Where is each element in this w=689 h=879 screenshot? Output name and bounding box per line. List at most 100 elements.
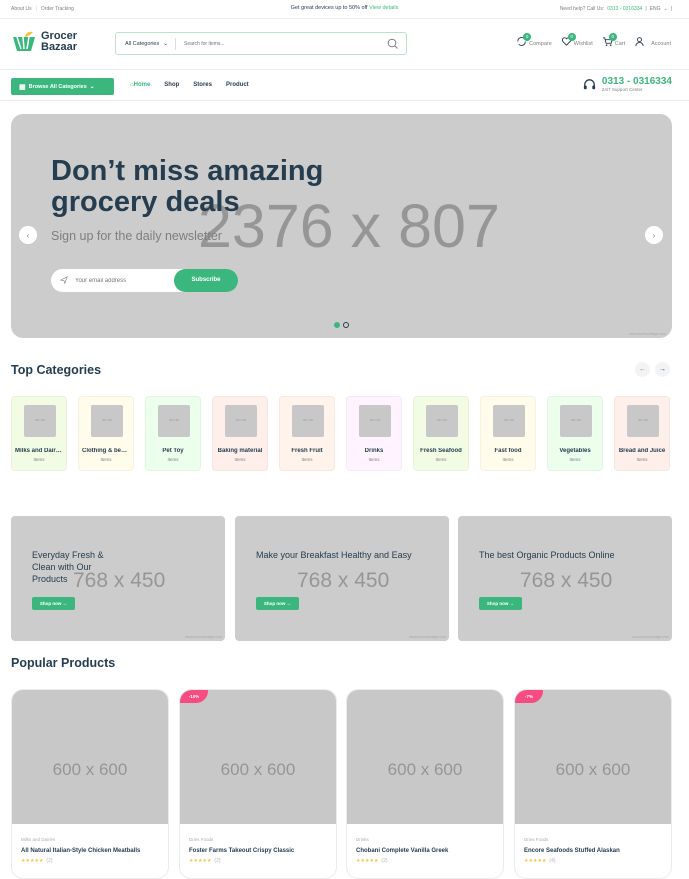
hero-title: Don’t miss amazing grocery deals [51,155,324,218]
product-category[interactable]: Drinks [356,837,369,842]
support-center: 0313 - 0316334 24/7 Support Center [582,77,672,92]
hero-prev-button[interactable]: ‹ [19,226,37,244]
shop-now-button[interactable]: Shop now → [32,597,75,610]
top-categories-title: Top Categories [11,363,102,377]
menu-item-home[interactable]: ⌂Home [130,82,150,88]
product-card[interactable]: 600 x 600 -7% Dries Foods Encore Seafood… [514,689,672,879]
arrow-right-icon: → [659,366,666,373]
cart-count: 0 [608,33,617,41]
chevron-down-icon: ⌄ [163,40,168,47]
product-name[interactable]: Encore Seafoods Stuffed Alaskan [524,848,620,854]
arrow-right-icon: → [509,601,515,606]
browse-categories-button[interactable]: ▦ Browse All Categories ⌄ [11,78,114,95]
category-image: 60 x 60 [24,405,56,437]
wishlist-button[interactable]: 0 Wishlist [561,33,593,47]
categories-prev-button[interactable]: ← [635,362,650,377]
search-input[interactable] [184,40,386,47]
language-selector[interactable]: ENG [650,6,661,12]
category-image: 60 x 60 [292,405,324,437]
product-category[interactable]: Milks and Dairies [21,837,55,842]
chevron-down-icon: ⌄ [663,6,668,12]
arrow-left-icon: ← [639,366,646,373]
menu-item-stores[interactable]: Stores [193,82,212,88]
banner-title: Make your Breakfast Healthy and Easy [256,550,412,560]
basket-logo-icon [13,31,35,51]
product-rating: ★★★★★ (2) [21,858,53,864]
category-image: 60 x 60 [493,405,525,437]
hero-watermark: www.dummyimage.com [629,332,666,336]
product-image[interactable]: 600 x 600 [12,690,168,824]
category-card-clothing[interactable]: 60 x 60 Clothing & beauty Items [78,396,134,471]
wishlist-count: 0 [567,33,576,41]
star-rating-icon: ★★★★★ [21,858,44,864]
category-image: 60 x 60 [627,405,659,437]
hero-dot-active[interactable] [334,322,340,328]
product-image[interactable]: 600 x 600 [180,690,336,824]
category-card-drinks[interactable]: 60 x 60 Drinks Items [346,396,402,471]
product-name[interactable]: Chobani Complete Vanilla Greek [356,848,448,854]
help-line: Need help? Call Us: 0313 - 0316334 | ENG… [559,6,672,12]
menu-item-product[interactable]: Product [226,82,249,88]
hero-pagination [334,322,349,328]
promo-banner-organic[interactable]: 768 x 450 The best Organic Products Onli… [458,516,672,641]
popular-products-title: Popular Products [11,656,116,670]
header-actions: 0 Compare 0 Wishlist 0 Cart Account [516,33,671,47]
shop-now-button[interactable]: Shop now → [256,597,299,610]
product-category[interactable]: Dries Foods [524,837,548,842]
view-details-link[interactable]: View details [369,5,398,11]
category-card-fresh-fruit[interactable]: 60 x 60 Fresh Fruit Items [279,396,335,471]
hero-next-button[interactable]: › [645,226,663,244]
compare-count: 0 [523,33,532,41]
category-image: 60 x 60 [91,405,123,437]
hero-subtitle: Sign up for the daily newsletter [51,229,222,243]
banner-title: The best Organic Products Online [479,550,615,560]
subscribe-button[interactable]: Subscribe [174,269,238,292]
category-card-milks[interactable]: 60 x 60 Milks and Dairies Items [11,396,67,471]
shop-now-button[interactable]: Shop now → [479,597,522,610]
product-card[interactable]: 600 x 600 Milks and Dairies All Natural … [11,689,169,879]
category-list: 60 x 60 Milks and Dairies Items 60 x 60 Clo… [11,396,670,471]
categories-next-button[interactable]: → [655,362,670,377]
product-name[interactable]: Foster Farms Takeout Crispy Classic [189,848,294,854]
search-bar: All Categories ⌄ [115,32,407,55]
product-rating: ★★★★★ (2) [189,858,221,864]
product-card[interactable]: 600 x 600 -10% Dries Foods Foster Farms … [179,689,337,879]
search-icon[interactable] [386,37,400,51]
category-image: 60 x 60 [225,405,257,437]
compare-button[interactable]: 0 Compare [516,33,552,47]
category-card-seafood[interactable]: 60 x 60 Fresh Seafood Items [413,396,469,471]
logo-text-line2: Bazaar [41,41,78,53]
star-rating-icon: ★★★★★ [189,858,212,864]
user-icon [635,37,644,47]
newsletter-email-input[interactable] [75,277,170,284]
product-image[interactable]: 600 x 600 [515,690,671,824]
arrow-left-icon: ‹ [26,230,30,240]
search-category-select[interactable]: All Categories ⌄ [116,37,176,50]
product-category[interactable]: Dries Foods [189,837,213,842]
promo-banner-fresh[interactable]: 768 x 450 Everyday Fresh & Clean with Ou… [11,516,225,641]
product-image[interactable]: 600 x 600 [347,690,503,824]
category-card-fast-food[interactable]: 60 x 60 Fast food Items [480,396,536,471]
promo-banner-breakfast[interactable]: 768 x 450 Make your Breakfast Healthy an… [235,516,449,641]
arrow-right-icon: → [286,601,292,606]
category-card-bread-juice[interactable]: 60 x 60 Bread and Juice Items [614,396,670,471]
chevron-down-icon: ⌄ [89,83,95,90]
product-name[interactable]: All Natural Italian-Style Chicken Meatba… [21,848,140,854]
product-rating: ★★★★★ (4) [524,858,556,864]
main-header: Grocer Bazaar All Categories ⌄ 0 Compare… [0,19,689,70]
nav-bar: ▦ Browse All Categories ⌄ ⌂Home Shop Sto… [0,70,689,101]
logo[interactable]: Grocer Bazaar [11,31,77,53]
send-icon [60,276,68,284]
arrow-right-icon: › [652,230,656,240]
category-image: 60 x 60 [560,405,592,437]
menu-item-shop[interactable]: Shop [164,82,179,88]
cart-button[interactable]: 0 Cart [602,33,625,47]
star-rating-icon: ★★★★★ [356,858,379,864]
hero-dot[interactable] [343,322,349,328]
category-card-pet-toy[interactable]: 60 x 60 Pet Toy Items [145,396,201,471]
top-bar: About Us | Order Tracking Get great devi… [0,0,689,19]
product-card[interactable]: 600 x 600 Drinks Chobani Complete Vanill… [346,689,504,879]
category-card-vegetables[interactable]: 60 x 60 Vegetables Items [547,396,603,471]
account-button[interactable]: Account [634,36,671,47]
category-card-baking[interactable]: 60 x 60 Baking material Items [212,396,268,471]
